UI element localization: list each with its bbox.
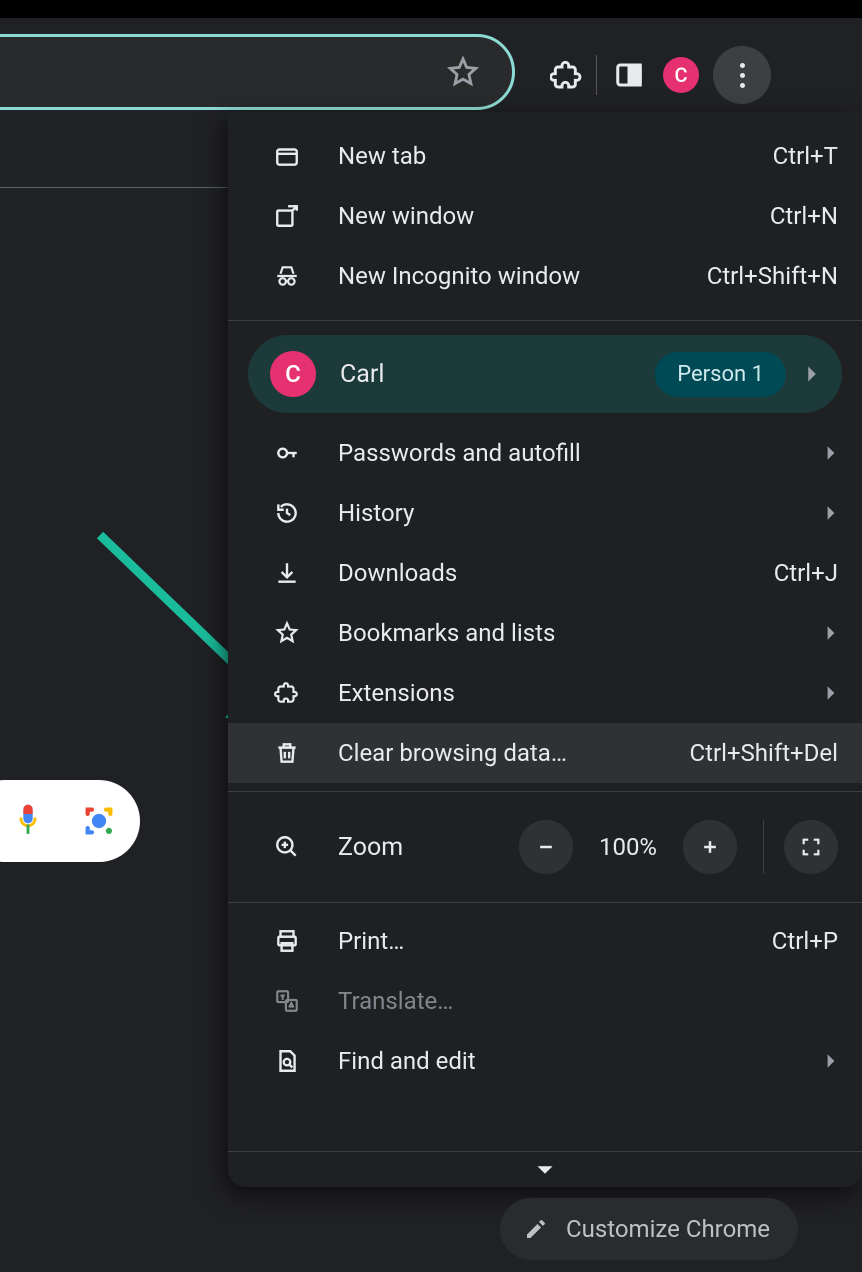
menu-shortcut: Ctrl+N xyxy=(770,202,838,230)
chevron-right-icon xyxy=(818,624,838,642)
window-new-icon xyxy=(274,203,318,229)
menu-label: New Incognito window xyxy=(318,262,707,290)
puzzle-icon xyxy=(274,680,318,706)
menu-print[interactable]: Print… Ctrl+P xyxy=(228,911,862,971)
menu-label: Downloads xyxy=(318,559,774,587)
lens-camera-icon[interactable] xyxy=(82,804,116,838)
chevron-right-icon xyxy=(818,684,838,702)
menu-label: Extensions xyxy=(318,679,818,707)
menu-shortcut: Ctrl+Shift+N xyxy=(707,262,838,290)
history-icon xyxy=(274,500,318,526)
download-icon xyxy=(274,560,318,586)
menu-new-tab[interactable]: New tab Ctrl+T xyxy=(228,126,862,186)
zoom-out-button[interactable] xyxy=(519,820,573,874)
menu-extensions[interactable]: Extensions xyxy=(228,663,862,723)
menu-separator xyxy=(228,320,862,321)
star-icon xyxy=(274,620,318,646)
menu-separator xyxy=(228,902,862,903)
profile-badge: Person 1 xyxy=(655,352,786,397)
avatar-icon: C xyxy=(663,57,699,93)
menu-downloads[interactable]: Downloads Ctrl+J xyxy=(228,543,862,603)
chevron-right-icon xyxy=(804,364,820,384)
menu-label: New window xyxy=(318,202,770,230)
chevron-right-icon xyxy=(818,1052,838,1070)
menu-label: New tab xyxy=(318,142,773,170)
profile-avatar-button[interactable]: C xyxy=(655,49,707,101)
menu-translate: Translate… xyxy=(228,971,862,1031)
menu-find-edit[interactable]: Find and edit xyxy=(228,1031,862,1091)
menu-label: Translate… xyxy=(318,987,838,1015)
voice-search-icon[interactable] xyxy=(14,801,42,841)
kebab-icon xyxy=(740,63,745,88)
find-in-page-icon xyxy=(274,1048,318,1074)
zoom-in-icon xyxy=(274,834,318,860)
incognito-icon xyxy=(274,263,318,289)
menu-label: Print… xyxy=(318,927,772,955)
menu-scroll-down-button[interactable] xyxy=(228,1151,862,1187)
menu-label: History xyxy=(318,499,818,527)
menu-separator xyxy=(228,791,862,792)
chevron-right-icon xyxy=(818,504,838,522)
zoom-in-button[interactable] xyxy=(683,820,737,874)
menu-bookmarks[interactable]: Bookmarks and lists xyxy=(228,603,862,663)
search-tools-pill xyxy=(0,780,140,862)
extensions-puzzle-icon[interactable] xyxy=(540,49,592,101)
customize-label: Customize Chrome xyxy=(566,1215,770,1243)
profile-name: Carl xyxy=(316,360,655,389)
menu-shortcut: Ctrl+Shift+Del xyxy=(690,739,839,767)
key-icon xyxy=(274,440,318,466)
customize-chrome-button[interactable]: Customize Chrome xyxy=(500,1198,798,1260)
side-panel-icon[interactable] xyxy=(603,49,655,101)
menu-profile[interactable]: C Carl Person 1 xyxy=(248,335,842,413)
page-divider xyxy=(0,187,228,188)
menu-label: Clear browsing data… xyxy=(318,739,690,767)
more-menu-button[interactable] xyxy=(713,46,771,104)
menu-shortcut: Ctrl+T xyxy=(773,142,838,170)
menu-shortcut: Ctrl+P xyxy=(772,927,838,955)
trash-icon xyxy=(274,740,318,766)
pencil-icon xyxy=(524,1217,548,1241)
menu-new-window[interactable]: New window Ctrl+N xyxy=(228,186,862,246)
menu-history[interactable]: History xyxy=(228,483,862,543)
toolbar-separator xyxy=(596,55,597,95)
avatar-icon: C xyxy=(270,351,316,397)
menu-label: Find and edit xyxy=(318,1047,818,1075)
menu-passwords[interactable]: Passwords and autofill xyxy=(228,423,862,483)
zoom-value: 100% xyxy=(589,833,667,861)
omnibox[interactable] xyxy=(0,34,515,110)
chevron-right-icon xyxy=(818,444,838,462)
browser-toolbar: C xyxy=(0,0,862,112)
print-icon xyxy=(274,928,318,954)
bookmark-star-icon[interactable] xyxy=(446,55,480,89)
menu-shortcut: Ctrl+J xyxy=(774,559,838,587)
menu-label: Zoom xyxy=(318,833,519,862)
chrome-menu: New tab Ctrl+T New window Ctrl+N New Inc… xyxy=(228,112,862,1187)
menu-clear-browsing-data[interactable]: Clear browsing data… Ctrl+Shift+Del xyxy=(228,723,862,783)
menu-label: Passwords and autofill xyxy=(318,439,818,467)
menu-incognito[interactable]: New Incognito window Ctrl+Shift+N xyxy=(228,246,862,306)
translate-icon xyxy=(274,988,318,1014)
menu-label: Bookmarks and lists xyxy=(318,619,818,647)
fullscreen-button[interactable] xyxy=(784,820,838,874)
zoom-separator xyxy=(763,820,764,874)
menu-zoom: Zoom 100% xyxy=(228,800,862,894)
tab-icon xyxy=(274,143,318,169)
